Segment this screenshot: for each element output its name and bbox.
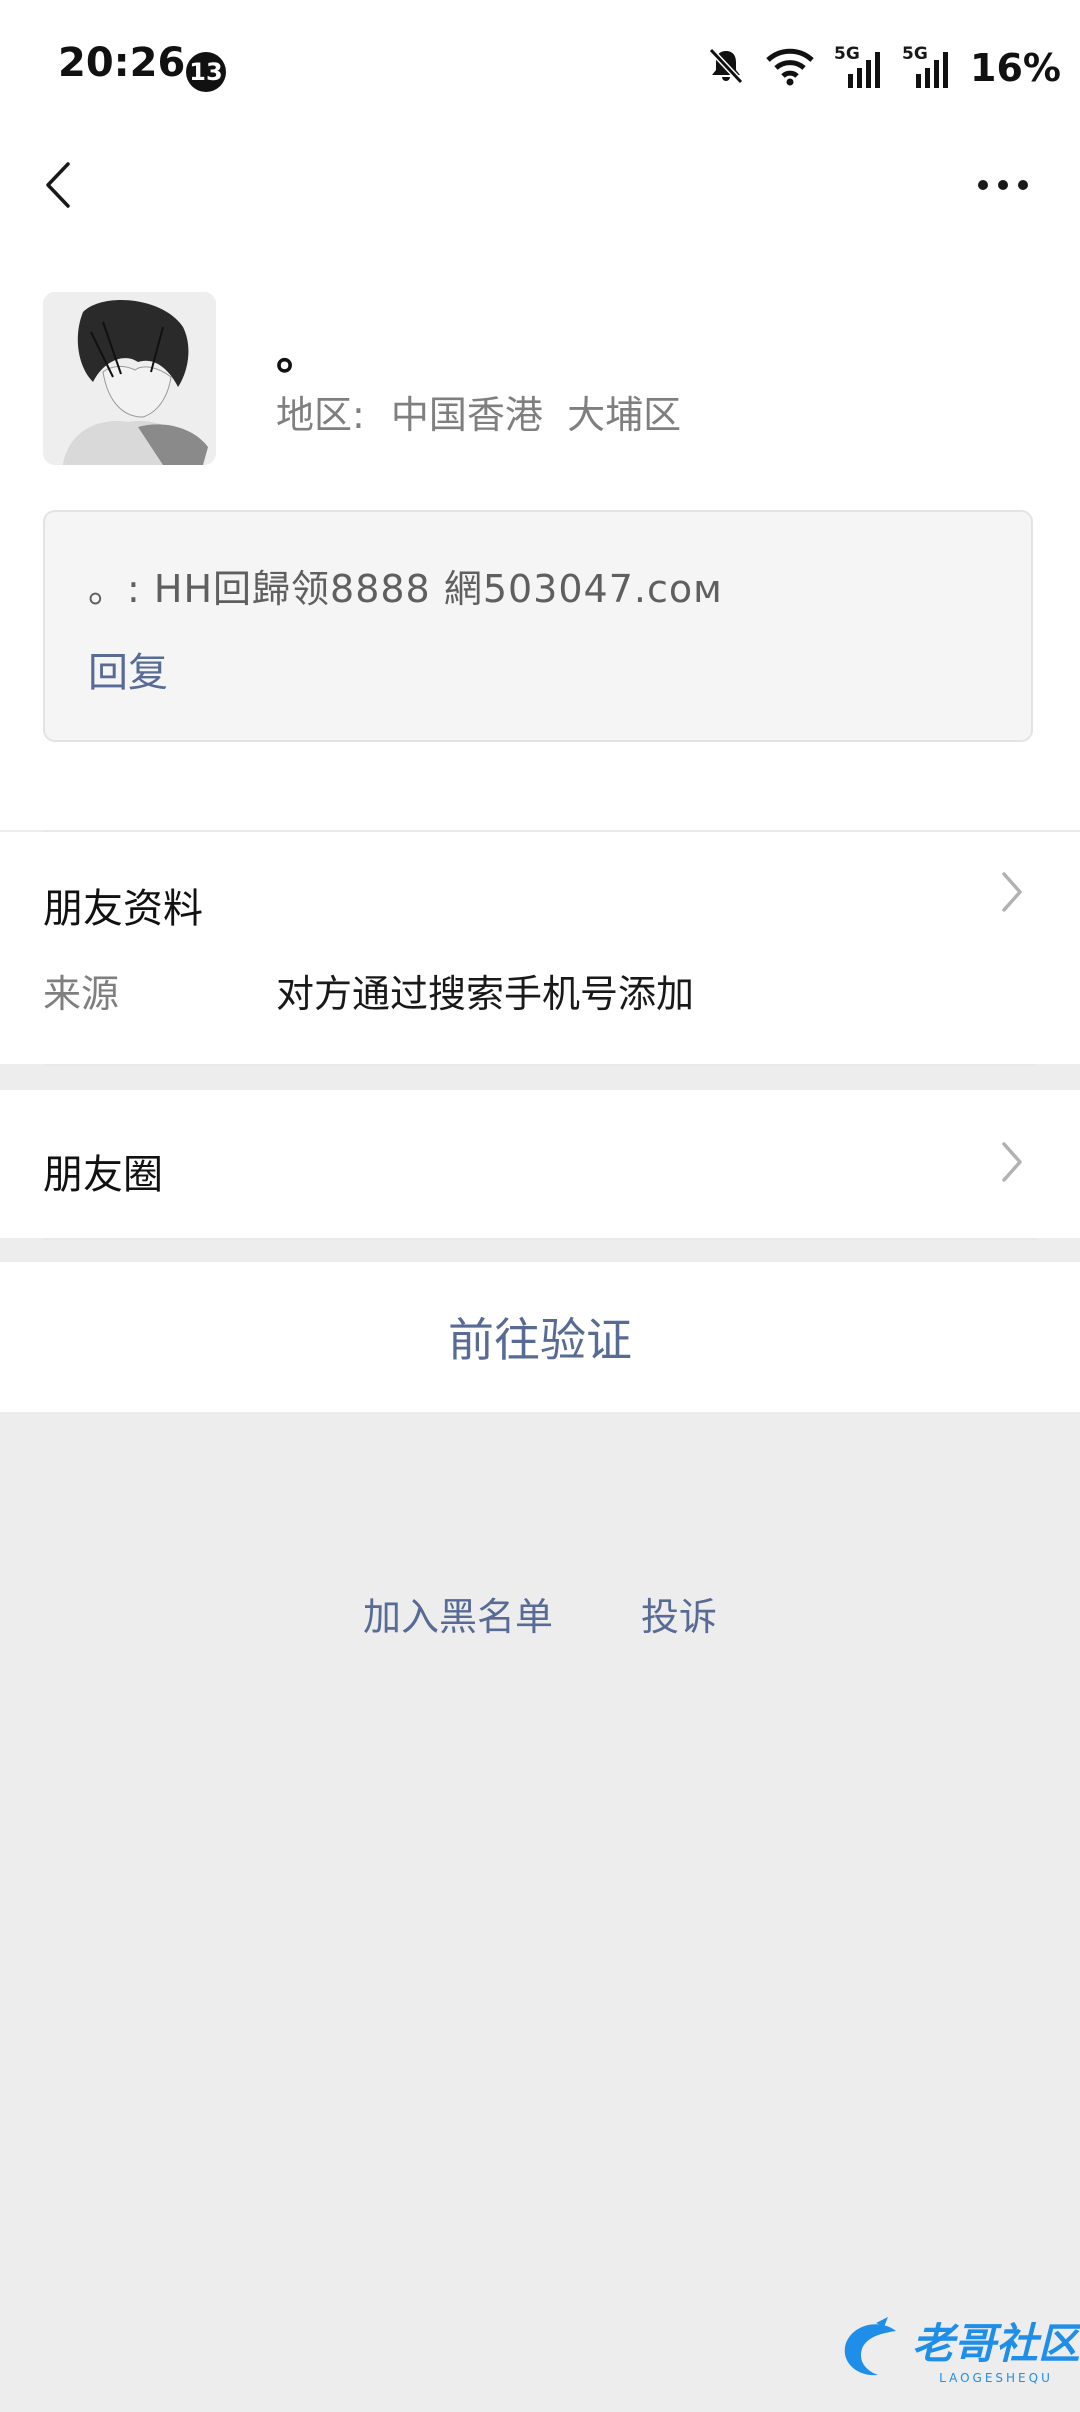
divider	[43, 1238, 1037, 1240]
status-icons: 5G 5G 16%	[706, 44, 1061, 92]
report-link[interactable]: 投诉	[641, 1586, 717, 1641]
region-label: 地区:	[276, 393, 365, 437]
status-time: 20:26	[58, 40, 186, 86]
signal-5g-icon: 5G	[834, 44, 884, 90]
verification-message-box	[43, 510, 1033, 742]
more-dots-icon	[978, 180, 1028, 190]
nav-bar	[0, 140, 1080, 250]
watermark-logo: 老哥社区 LAOGESHEQU	[836, 2310, 1080, 2385]
go-verify-button[interactable]: 前往验证	[0, 1262, 1080, 1412]
battery-level: 16%	[970, 46, 1061, 90]
watermark-subtext: LAOGESHEQU	[939, 2371, 1053, 2385]
divider	[43, 830, 1080, 832]
region-value: 中国香港 大埔区	[390, 393, 682, 437]
chevron-right-icon	[1000, 1140, 1024, 1188]
avatar-image	[43, 292, 216, 465]
add-to-blacklist-link[interactable]: 加入黑名单	[363, 1586, 553, 1641]
notification-count-badge: 13	[186, 52, 226, 92]
friend-info-title: 朋友资料	[43, 886, 203, 932]
more-options-button[interactable]	[968, 150, 1038, 220]
source-label: 来源	[43, 972, 120, 1016]
friend-info-section[interactable]	[0, 832, 1080, 1064]
nickname: 。	[276, 329, 320, 380]
reply-link[interactable]: 回复	[88, 640, 168, 698]
divider	[43, 1064, 1037, 1066]
verification-message-text: 。: HH回歸领8888 網503047.cом	[88, 567, 723, 611]
watermark-text: 老哥社区	[912, 2319, 1080, 2368]
avatar[interactable]	[43, 292, 216, 465]
dragon-logo-icon	[844, 2316, 896, 2375]
wifi-icon	[764, 46, 816, 90]
moments-title: 朋友圈	[43, 1152, 163, 1198]
bell-muted-icon	[706, 46, 746, 90]
bottom-links: 加入黑名单 投诉	[0, 1586, 1080, 1641]
chevron-right-icon	[1000, 870, 1024, 918]
source-value: 对方通过搜索手机号添加	[276, 972, 695, 1016]
region-line: 地区: 中国香港 大埔区	[276, 384, 681, 439]
chevron-left-icon	[46, 162, 70, 208]
signal-5g-icon-2: 5G	[902, 44, 952, 90]
back-button[interactable]	[28, 150, 88, 220]
